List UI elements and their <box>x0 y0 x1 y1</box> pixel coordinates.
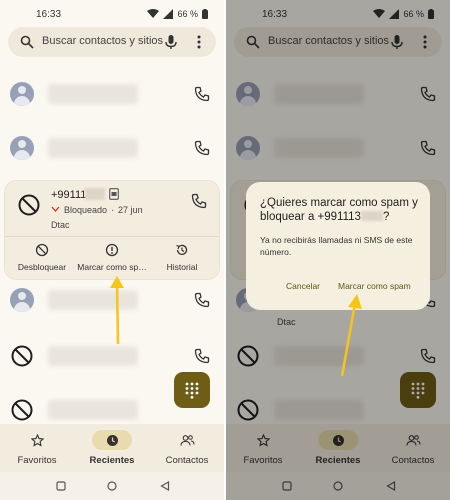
system-navigation-bar <box>0 472 224 500</box>
avatar <box>10 288 34 312</box>
card-divider <box>5 236 219 237</box>
blurred-contact-name <box>48 138 138 158</box>
status-bar: 16:33 66 % <box>0 8 224 22</box>
phone-icon[interactable] <box>194 140 210 156</box>
annotation-arrow-icon <box>110 276 124 345</box>
blurred-contact-name <box>48 346 138 366</box>
mark-spam-button[interactable]: Marcar como spam <box>338 281 411 291</box>
avatar <box>10 136 34 160</box>
phone-icon[interactable] <box>191 193 207 209</box>
status-icons: 66 % <box>147 9 208 19</box>
phone-icon[interactable] <box>194 292 210 308</box>
search-icon[interactable] <box>20 35 34 49</box>
annotation-arrow-icon <box>340 294 362 377</box>
recents-square-icon[interactable] <box>56 481 66 491</box>
clock-icon <box>106 434 118 446</box>
signal-icon <box>163 9 174 19</box>
dialpad-fab[interactable] <box>174 372 210 408</box>
nav-contacts[interactable]: Contactos <box>150 430 224 470</box>
wifi-icon <box>147 9 160 18</box>
people-icon <box>179 434 194 446</box>
mic-icon[interactable] <box>164 34 178 50</box>
unblock-button[interactable]: Desbloquear <box>7 243 77 277</box>
battery-level: 66 % <box>177 9 198 19</box>
search-bar[interactable]: Buscar contactos y sitios <box>8 27 216 57</box>
phone-screen-spam-dialog: 16:33 66 % Buscar contactos y sitios Dta… <box>226 0 450 500</box>
history-button[interactable]: Historial <box>147 243 217 277</box>
dialog-title-text: ¿Quieres marcar como spam y bloquear a +… <box>260 197 418 223</box>
star-icon <box>30 433 44 447</box>
nav-favorites[interactable]: Favoritos <box>0 430 74 470</box>
sim-icon <box>109 188 119 200</box>
blurred-number-digits <box>360 211 383 221</box>
expanded-call-entry[interactable]: +9911139 Bloqueado · 27 jun Dtac Desbloq… <box>4 180 220 280</box>
bottom-navigation: Favoritos Recientes Contactos <box>0 424 224 472</box>
spam-confirm-dialog: ¿Quieres marcar como spam y bloquear a +… <box>246 182 430 310</box>
history-label: Historial <box>166 262 198 272</box>
back-triangle-icon[interactable] <box>160 481 170 491</box>
phone-icon[interactable] <box>194 348 210 364</box>
missed-call-icon <box>51 206 60 212</box>
history-icon <box>176 244 188 255</box>
dialpad-icon <box>185 382 199 399</box>
nav-recents-label: Recientes <box>89 455 135 466</box>
meta-separator: · <box>111 205 115 215</box>
carrier-label: Dtac <box>51 220 70 230</box>
nav-contacts-label: Contactos <box>165 455 209 466</box>
more-vert-icon[interactable] <box>194 34 204 50</box>
blurred-contact-name <box>48 84 138 104</box>
blurred-contact-name <box>48 400 138 420</box>
dialog-title-suffix: ? <box>382 211 390 223</box>
phone-screen-call-log: 16:33 66 % Buscar contactos y sitios +99… <box>0 0 224 500</box>
report-spam-button[interactable]: Marcar como sp… <box>77 243 147 277</box>
search-placeholder[interactable]: Buscar contactos y sitios <box>42 35 163 47</box>
cancel-button[interactable]: Cancelar <box>286 281 320 291</box>
battery-icon <box>202 9 208 19</box>
phone-icon[interactable] <box>194 86 210 102</box>
nav-recents[interactable]: Recientes <box>75 430 149 470</box>
blurred-number-digits <box>85 188 105 200</box>
blocked-icon <box>11 345 33 367</box>
dialog-body: Ya no recibirás llamadas ni SMS de este … <box>260 235 413 257</box>
call-log-row[interactable] <box>0 128 224 168</box>
report-icon <box>105 243 119 257</box>
block-status: Bloqueado <box>64 205 108 215</box>
call-log-row[interactable] <box>0 74 224 114</box>
nav-favorites-label: Favoritos <box>17 455 57 466</box>
blocked-icon <box>18 194 40 216</box>
block-circle-icon <box>35 243 49 257</box>
blocked-icon <box>11 399 33 421</box>
call-meta: Bloqueado · 27 jun <box>51 205 143 215</box>
dialog-title: ¿Quieres marcar como spam y bloquear a +… <box>260 196 420 224</box>
report-spam-label: Marcar como sp… <box>77 262 147 272</box>
home-circle-icon[interactable] <box>107 481 117 491</box>
status-time: 16:33 <box>36 9 62 20</box>
call-date: 27 jun <box>118 205 143 215</box>
unblock-label: Desbloquear <box>17 262 67 272</box>
avatar <box>10 82 34 106</box>
